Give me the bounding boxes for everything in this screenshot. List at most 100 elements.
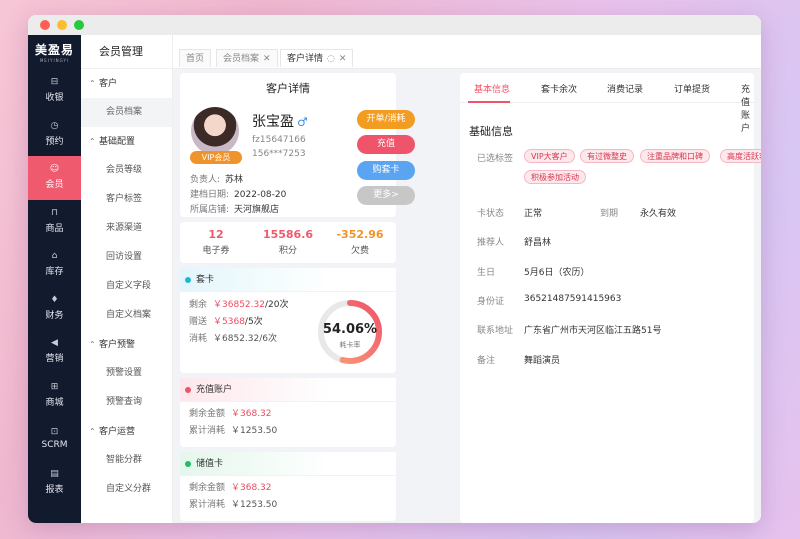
close-icon[interactable]: ✕ bbox=[339, 54, 347, 64]
submenu-item[interactable]: 预警查询 bbox=[81, 388, 172, 417]
tab-basic-info[interactable]: 基本信息 bbox=[474, 82, 510, 95]
usage-rate: 54.06% bbox=[322, 322, 378, 337]
submenu-item[interactable]: 自定义字段 bbox=[81, 272, 172, 301]
more-button[interactable]: 更多> bbox=[357, 186, 415, 205]
submenu-item[interactable]: 来源渠道 bbox=[81, 214, 172, 243]
nav-item-3[interactable]: ⊓ 商品 bbox=[28, 200, 81, 244]
submenu-item[interactable]: 自定义分群 bbox=[81, 475, 172, 504]
row-value: ￥6852.32/6次 bbox=[213, 334, 277, 344]
stored-remain-row: 剩余金额 ￥368.32 bbox=[180, 480, 396, 497]
submenu-item[interactable]: 预警设置 bbox=[81, 359, 172, 388]
chevron-up-icon: ⌃ bbox=[89, 79, 96, 88]
stat-value: 12 bbox=[208, 228, 224, 241]
detail-tabs: 基本信息 套卡余次 消费记录 订单提货 充值账户 bbox=[460, 73, 754, 134]
row-label: 赠送 bbox=[189, 317, 208, 327]
tab-home[interactable]: 首页 bbox=[179, 49, 212, 67]
nav-item-7[interactable]: ⊞ 商城 bbox=[28, 374, 81, 418]
nav-item-5[interactable]: ♦ 财务 bbox=[28, 287, 81, 331]
submenu-title: 会员管理 bbox=[81, 35, 172, 69]
nav-item-9[interactable]: ▤ 报表 bbox=[28, 461, 81, 505]
submenu-group[interactable]: ⌃ 客户运营 bbox=[81, 417, 172, 446]
logo-text: 美盈易 bbox=[34, 43, 74, 57]
close-window-button[interactable] bbox=[40, 20, 50, 30]
recharge-button[interactable]: 充值 bbox=[357, 135, 415, 154]
owner-label: 负责人: bbox=[190, 175, 221, 185]
tag-chip[interactable]: 积极参加活动 bbox=[524, 170, 586, 184]
store-icon: ⊞ bbox=[50, 381, 59, 392]
bag-icon: ⊓ bbox=[50, 207, 59, 218]
minimize-window-button[interactable] bbox=[57, 20, 67, 30]
customer-id: fz15647166 bbox=[252, 135, 306, 145]
tab-order-pickup[interactable]: 订单提货 bbox=[674, 82, 710, 95]
nav-label: 报表 bbox=[45, 484, 64, 495]
clock-icon: ◷ bbox=[50, 120, 59, 131]
row-value: ￥5368 bbox=[213, 317, 245, 327]
row-label: 剩余 bbox=[189, 300, 208, 310]
app-window: 美盈易 MEIYINGYI ⊟ 收银 ◷ 预约 ☺ 会员 ⊓ 商品 ⌂ 库存 ♦ 财务 ◀ 营销 ⊞ 商城 ⊡ S… bbox=[28, 15, 761, 523]
tag-chip[interactable]: VIP大客户 bbox=[524, 149, 575, 163]
row-label: 剩余金额 bbox=[189, 483, 226, 493]
submenu-item[interactable]: 会员等级 bbox=[81, 156, 172, 185]
nav-item-6[interactable]: ◀ 营销 bbox=[28, 330, 81, 374]
megaphone-icon: ◀ bbox=[51, 338, 58, 349]
submenu-item[interactable]: 会员档案 bbox=[81, 98, 172, 127]
submenu-group[interactable]: ⌃ 基础配置 bbox=[81, 127, 172, 156]
main-content: 客户详情 VIP会员 张宝盈 ♂ fz15647166 156***7253 负责… bbox=[173, 69, 761, 523]
stat-points[interactable]: 15586.6 积分 bbox=[252, 222, 324, 263]
section-title: 充值账户 bbox=[196, 385, 233, 395]
row-count: /20次 bbox=[264, 300, 289, 310]
tab-recharge-account[interactable]: 充值账户 bbox=[741, 82, 754, 134]
stat-arrears[interactable]: -352.96 欠费 bbox=[324, 222, 396, 263]
tag-chip[interactable]: 注重品牌和口碑 bbox=[640, 149, 710, 163]
recharge-account-card: 充值账户 剩余金额 ￥368.32 累计消耗 ￥1253.50 bbox=[180, 378, 396, 447]
refresh-icon[interactable]: ◌ bbox=[327, 54, 335, 64]
tab-label: 首页 bbox=[186, 54, 205, 64]
tab-member-archive[interactable]: 会员档案 ✕ bbox=[216, 49, 278, 67]
submenu-group[interactable]: ⌃ 客户预警 bbox=[81, 330, 172, 359]
tags-label: 已选标签 bbox=[477, 154, 514, 164]
section-title: 储值卡 bbox=[196, 459, 224, 469]
stored-total-row: 累计消耗 ￥1253.50 bbox=[180, 497, 396, 514]
nav-label: 预约 bbox=[45, 136, 64, 147]
stat-value: -352.96 bbox=[336, 228, 384, 241]
tab-customer-detail[interactable]: 客户详情 ◌ ✕ bbox=[280, 49, 354, 67]
submenu-group[interactable]: ⌃ 客户 bbox=[81, 69, 172, 98]
owner-value: 苏林 bbox=[225, 175, 244, 185]
tab-package-balance[interactable]: 套卡余次 bbox=[541, 82, 577, 95]
tag-chip[interactable]: 高度活跃客户 bbox=[720, 149, 761, 163]
logo-subtext: MEIYINGYI bbox=[39, 58, 70, 63]
row-value: ￥36852.32 bbox=[213, 300, 265, 310]
group-label: 客户运营 bbox=[99, 427, 136, 437]
nav-item-2[interactable]: ☺ 会员 bbox=[28, 156, 81, 200]
tab-label: 会员档案 bbox=[223, 54, 260, 64]
stat-label: 电子券 bbox=[202, 246, 230, 256]
open-order-button[interactable]: 开单/消耗 bbox=[357, 110, 415, 129]
buy-package-button[interactable]: 购套卡 bbox=[357, 161, 415, 180]
tab-consume-records[interactable]: 消费记录 bbox=[607, 82, 643, 95]
submenu-item[interactable]: 客户标签 bbox=[81, 185, 172, 214]
brand-logo: 美盈易 MEIYINGYI bbox=[28, 35, 81, 69]
stat-coupons[interactable]: 12 电子券 bbox=[180, 222, 252, 263]
recharge-total-row: 累计消耗 ￥1253.50 bbox=[180, 423, 396, 440]
idcard-value: 36521487591415963 bbox=[524, 294, 622, 304]
bullet-icon bbox=[185, 461, 191, 467]
tab-bar: 首页 会员档案 ✕ 客户详情 ◌ ✕ bbox=[173, 35, 761, 69]
stat-value: 15586.6 bbox=[262, 228, 314, 241]
nav-item-0[interactable]: ⊟ 收银 bbox=[28, 69, 81, 113]
close-icon[interactable]: ✕ bbox=[263, 54, 271, 64]
main-nav: 美盈易 MEIYINGYI ⊟ 收银 ◷ 预约 ☺ 会员 ⊓ 商品 ⌂ 库存 ♦ 财务 ◀ 营销 ⊞ 商城 ⊡ S… bbox=[28, 35, 81, 523]
row-label: 累计消耗 bbox=[189, 426, 226, 436]
referrer-value: 舒昌林 bbox=[524, 238, 552, 248]
birthday-value: 5月6日（农历） bbox=[524, 268, 590, 278]
row-value: ￥368.32 bbox=[231, 409, 272, 419]
tag-chip[interactable]: 有过微整史 bbox=[580, 149, 634, 163]
stored-header: 储值卡 bbox=[180, 452, 396, 476]
nav-item-8[interactable]: ⊡ SCRM bbox=[28, 417, 81, 461]
nav-item-4[interactable]: ⌂ 库存 bbox=[28, 243, 81, 287]
maximize-window-button[interactable] bbox=[74, 20, 84, 30]
submenu-item[interactable]: 回访设置 bbox=[81, 243, 172, 272]
birthday-label: 生日 bbox=[477, 268, 496, 278]
submenu-item[interactable]: 自定义档案 bbox=[81, 301, 172, 330]
submenu-item[interactable]: 智能分群 bbox=[81, 446, 172, 475]
nav-item-1[interactable]: ◷ 预约 bbox=[28, 113, 81, 157]
